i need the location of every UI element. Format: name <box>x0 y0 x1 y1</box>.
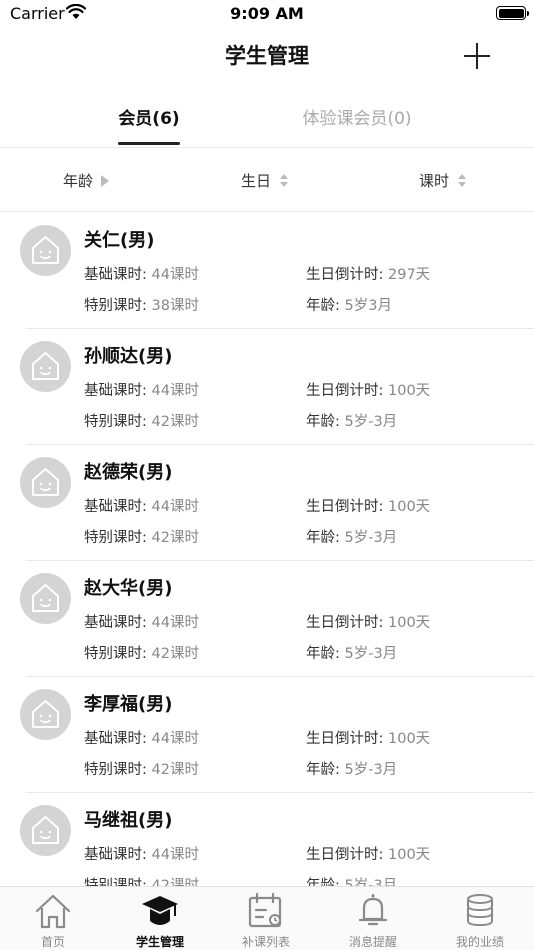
special-lessons: 特别课时: 38课时 <box>84 298 199 314</box>
active-tab-indicator <box>118 142 180 145</box>
birthday-countdown: 生日倒计时: 297天 <box>306 267 431 283</box>
triangle-right-icon <box>101 175 110 187</box>
sort-bar: 年龄 生日 课时 <box>0 148 534 212</box>
avatar <box>20 805 71 856</box>
sort-by-birthday[interactable]: 生日 <box>241 170 289 191</box>
student-age: 年龄: 5岁-3月 <box>306 530 398 546</box>
student-name: 赵德荣(男) <box>84 462 173 483</box>
tab-home-label: 首页 <box>40 935 65 949</box>
birthday-countdown: 生日倒计时: 100天 <box>306 731 431 747</box>
sort-arrows-icon <box>279 173 289 189</box>
student-age: 年龄: 5岁-3月 <box>306 414 398 430</box>
battery-icon <box>496 6 529 20</box>
tab-messages[interactable]: 消息提醒 <box>320 887 426 950</box>
house-face-icon <box>32 584 59 612</box>
home-icon <box>35 894 71 929</box>
sort-by-age[interactable]: 年龄 <box>63 170 110 191</box>
house-face-icon <box>32 700 59 728</box>
avatar <box>20 225 71 276</box>
basic-lessons: 基础课时: 44课时 <box>84 499 199 515</box>
special-lessons: 特别课时: 42课时 <box>84 762 199 778</box>
add-student-button[interactable] <box>460 40 494 74</box>
student-list[interactable]: 关仁(男) 基础课时: 44课时 特别课时: 38课时 生日倒计时: 297天 … <box>0 213 534 886</box>
birthday-countdown: 生日倒计时: 100天 <box>306 847 431 863</box>
sort-lesson-label: 课时 <box>419 172 450 190</box>
student-row[interactable]: 孙顺达(男) 基础课时: 44课时 特别课时: 42课时 生日倒计时: 100天… <box>0 329 534 445</box>
tab-trial-members[interactable]: 体验课会员(0) <box>282 104 432 129</box>
bell-icon <box>358 893 388 926</box>
student-name: 马继祖(男) <box>84 810 173 831</box>
basic-lessons: 基础课时: 44课时 <box>84 383 199 399</box>
sort-arrows-icon <box>457 173 467 189</box>
tab-students[interactable]: 学生管理 <box>107 887 213 950</box>
birthday-countdown: 生日倒计时: 100天 <box>306 499 431 515</box>
tab-messages-label: 消息提醒 <box>348 935 397 949</box>
special-lessons: 特别课时: 42课时 <box>84 878 199 886</box>
basic-lessons: 基础课时: 44课时 <box>84 847 199 863</box>
student-name: 赵大华(男) <box>84 578 173 599</box>
graduation-cap-icon <box>142 896 178 925</box>
student-age: 年龄: 5岁-3月 <box>306 646 398 662</box>
student-age: 年龄: 5岁-3月 <box>306 878 398 886</box>
special-lessons: 特别课时: 42课时 <box>84 414 199 430</box>
house-face-icon <box>32 816 59 844</box>
tab-makeup-lessons[interactable]: 补课列表 <box>213 887 319 950</box>
sort-age-label: 年龄 <box>63 172 94 190</box>
tab-students-label: 学生管理 <box>135 935 184 949</box>
student-row[interactable]: 赵德荣(男) 基础课时: 44课时 特别课时: 42课时 生日倒计时: 100天… <box>0 445 534 561</box>
page-title: 学生管理 <box>225 44 309 68</box>
student-name: 关仁(男) <box>84 230 155 251</box>
basic-lessons: 基础课时: 44课时 <box>84 267 199 283</box>
avatar <box>20 341 71 392</box>
tab-performance-label: 我的业绩 <box>455 935 504 949</box>
student-age: 年龄: 5岁3月 <box>306 298 392 314</box>
student-age: 年龄: 5岁-3月 <box>306 762 398 778</box>
house-face-icon <box>32 236 59 264</box>
clock: 9:09 AM <box>230 4 304 23</box>
sort-birthday-label: 生日 <box>241 172 272 190</box>
nav-bar: 学生管理 <box>0 28 534 84</box>
tab-home[interactable]: 首页 <box>0 887 106 950</box>
student-row[interactable]: 赵大华(男) 基础课时: 44课时 特别课时: 42课时 生日倒计时: 100天… <box>0 561 534 677</box>
avatar <box>20 689 71 740</box>
tab-makeup-label: 补课列表 <box>241 935 290 949</box>
avatar <box>20 457 71 508</box>
basic-lessons: 基础课时: 44课时 <box>84 731 199 747</box>
house-face-icon <box>32 468 59 496</box>
student-name: 李厚福(男) <box>84 694 173 715</box>
bottom-tab-bar: 首页 学生管理 补课列表 消息提醒 我的业绩 <box>0 886 534 950</box>
birthday-countdown: 生日倒计时: 100天 <box>306 383 431 399</box>
special-lessons: 特别课时: 42课时 <box>84 530 199 546</box>
tab-performance[interactable]: 我的业绩 <box>427 887 533 950</box>
avatar <box>20 573 71 624</box>
status-bar: Carrier 9:09 AM <box>0 0 534 28</box>
coins-icon <box>467 894 493 927</box>
calendar-icon <box>248 892 282 928</box>
basic-lessons: 基础课时: 44课时 <box>84 615 199 631</box>
birthday-countdown: 生日倒计时: 100天 <box>306 615 431 631</box>
sort-by-lesson[interactable]: 课时 <box>419 170 467 191</box>
student-name: 孙顺达(男) <box>84 346 173 367</box>
tab-members[interactable]: 会员(6) <box>90 104 208 129</box>
student-row[interactable]: 马继祖(男) 基础课时: 44课时 特别课时: 42课时 生日倒计时: 100天… <box>0 793 534 886</box>
student-row[interactable]: 关仁(男) 基础课时: 44课时 特别课时: 38课时 生日倒计时: 297天 … <box>0 213 534 329</box>
student-row[interactable]: 李厚福(男) 基础课时: 44课时 特别课时: 42课时 生日倒计时: 100天… <box>0 677 534 793</box>
member-tabs: 会员(6) 体验课会员(0) <box>0 90 534 148</box>
house-face-icon <box>32 352 59 380</box>
special-lessons: 特别课时: 42课时 <box>84 646 199 662</box>
